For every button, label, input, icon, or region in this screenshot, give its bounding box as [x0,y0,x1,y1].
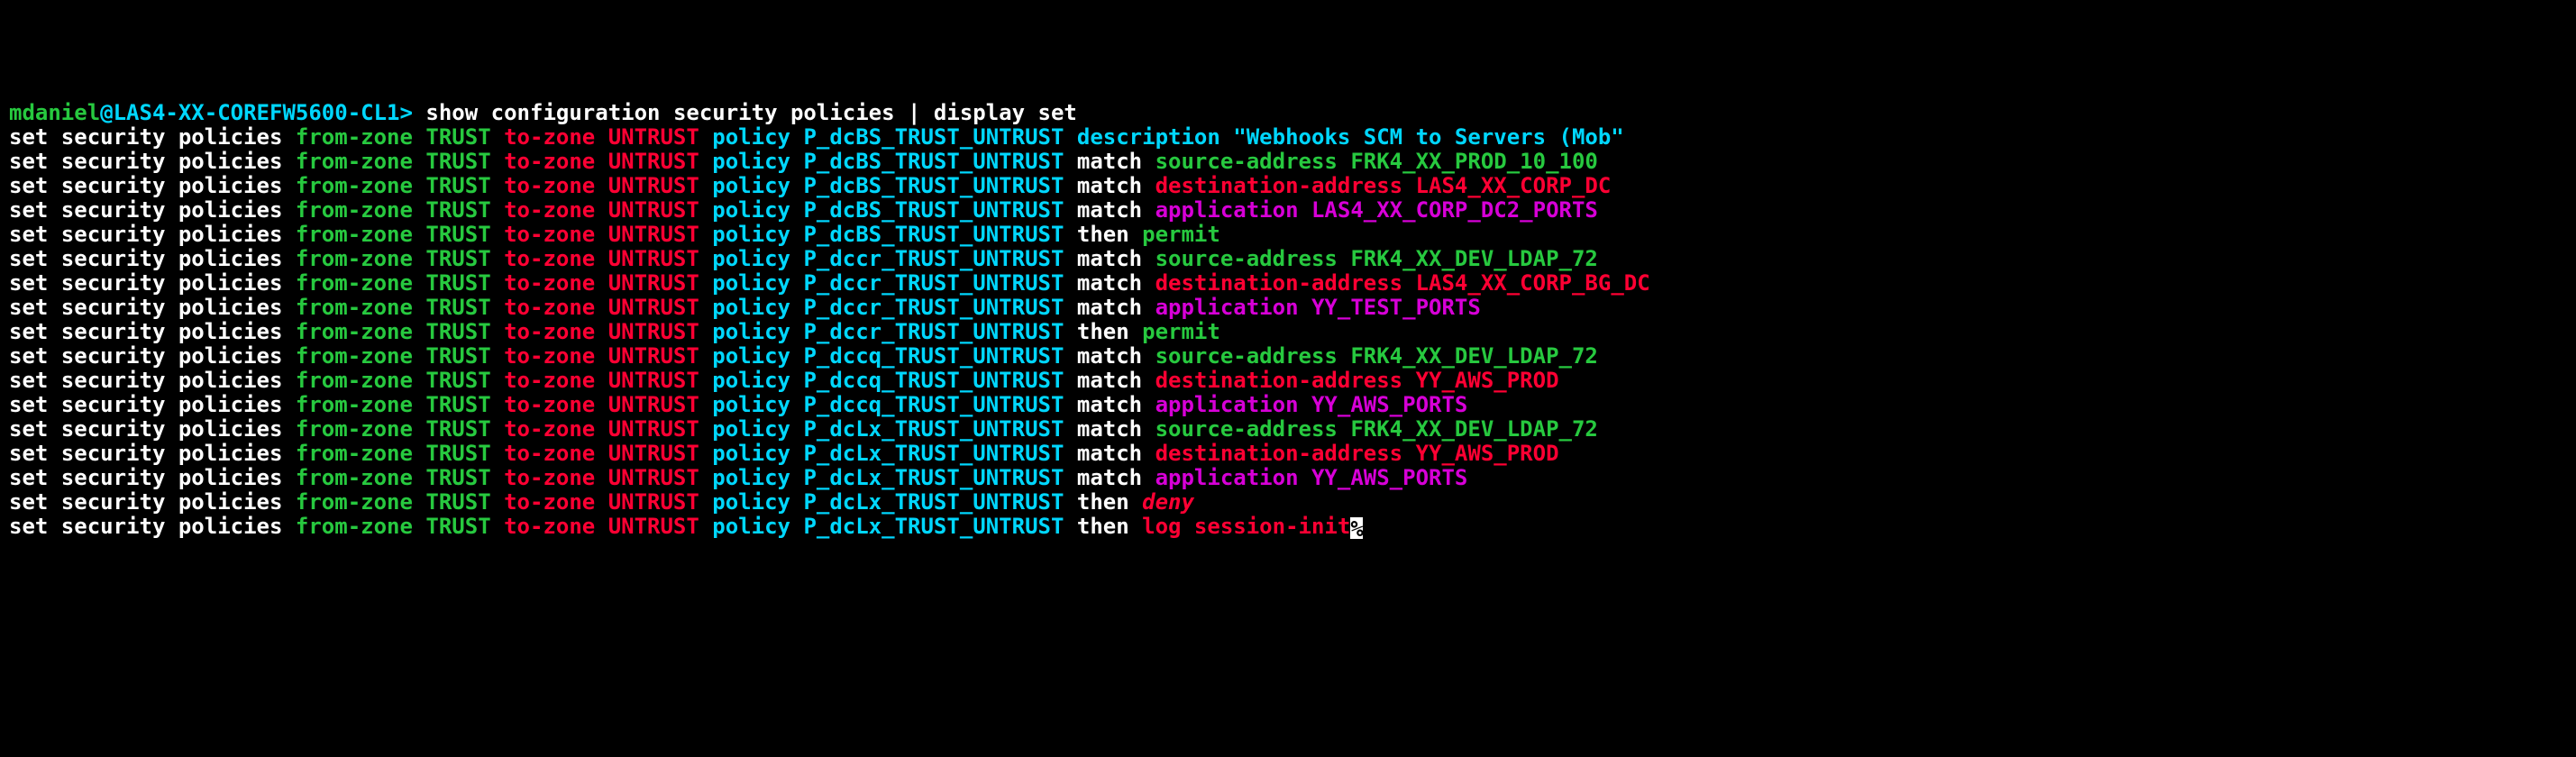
terminal-output: mdaniel@LAS4-XX-COREFW5600-CL1> show con… [9,101,2567,539]
prompt-line[interactable]: mdaniel@LAS4-XX-COREFW5600-CL1> show con… [9,101,2567,125]
policy-name: P_dcBS_TRUST_UNTRUST [803,197,1064,223]
prompt-at: @ [100,100,113,125]
policy-name: P_dcLx_TRUST_UNTRUST [803,489,1064,515]
config-line: set security policies from-zone TRUST to… [9,442,2567,466]
config-line: set security policies from-zone TRUST to… [9,490,2567,515]
tail-value: FRK4_XX_DEV_LDAP_72 [1350,343,1598,369]
config-line: set security policies from-zone TRUST to… [9,271,2567,296]
policy-name: P_dcBS_TRUST_UNTRUST [803,124,1064,150]
tail-value: YY_AWS_PORTS [1311,465,1467,490]
config-line: set security policies from-zone TRUST to… [9,223,2567,247]
tail-value: "Webhooks SCM to Servers (Mob" [1233,124,1623,150]
prompt-command: show configuration security policies | d… [413,100,1077,125]
config-line: set security policies from-zone TRUST to… [9,417,2567,442]
prompt-host: LAS4-XX-COREFW5600-CL1 [114,100,400,125]
tail-value: LAS4_XX_CORP_DC2_PORTS [1311,197,1598,223]
tail-value: YY_TEST_PORTS [1311,295,1481,320]
tail-keyword: application [1156,392,1299,417]
policy-name: P_dccq_TRUST_UNTRUST [803,343,1064,369]
tail-keyword: permit [1142,319,1220,344]
config-line: set security policies from-zone TRUST to… [9,466,2567,490]
prompt-user: mdaniel [9,100,100,125]
tail-keyword: destination-address [1156,270,1403,296]
config-line: set security policies from-zone TRUST to… [9,369,2567,393]
config-line: set security policies from-zone TRUST to… [9,393,2567,417]
tail-keyword: application [1156,465,1299,490]
tail-keyword: deny [1142,489,1194,515]
tail-value: YY_AWS_PROD [1416,441,1559,466]
policy-name: P_dccr_TRUST_UNTRUST [803,295,1064,320]
config-line: set security policies from-zone TRUST to… [9,150,2567,174]
config-line: set security policies from-zone TRUST to… [9,515,2567,539]
tail-value: YY_AWS_PORTS [1311,392,1467,417]
config-line: set security policies from-zone TRUST to… [9,296,2567,320]
config-line: set security policies from-zone TRUST to… [9,247,2567,271]
policy-name: P_dcBS_TRUST_UNTRUST [803,222,1064,247]
tail-keyword: permit [1142,222,1220,247]
tail-keyword: destination-address [1156,441,1403,466]
tail-keyword: source-address [1156,343,1338,369]
policy-name: P_dcLx_TRUST_UNTRUST [803,441,1064,466]
policy-name: P_dccr_TRUST_UNTRUST [803,246,1064,271]
tail-keyword: description [1077,124,1220,150]
cursor-icon: % [1350,517,1363,539]
tail-value: FRK4_XX_DEV_LDAP_72 [1350,416,1598,442]
policy-name: P_dcLx_TRUST_UNTRUST [803,514,1064,539]
tail-keyword: source-address [1156,149,1338,174]
tail-value: LAS4_XX_CORP_DC [1416,173,1612,198]
policy-name: P_dcLx_TRUST_UNTRUST [803,465,1064,490]
policy-name: P_dcBS_TRUST_UNTRUST [803,149,1064,174]
policy-name: P_dcLx_TRUST_UNTRUST [803,416,1064,442]
tail-keyword: application [1156,197,1299,223]
tail-value: LAS4_XX_CORP_BG_DC [1416,270,1650,296]
tail-value: FRK4_XX_PROD_10_100 [1350,149,1598,174]
tail-keyword: log session-init [1142,514,1350,539]
policy-name: P_dccq_TRUST_UNTRUST [803,368,1064,393]
tail-keyword: source-address [1156,416,1338,442]
tail-keyword: application [1156,295,1299,320]
tail-value: FRK4_XX_DEV_LDAP_72 [1350,246,1598,271]
policy-name: P_dccr_TRUST_UNTRUST [803,270,1064,296]
prompt-caret: > [400,100,413,125]
tail-keyword: source-address [1156,246,1338,271]
config-line: set security policies from-zone TRUST to… [9,174,2567,198]
policy-name: P_dccr_TRUST_UNTRUST [803,319,1064,344]
config-line: set security policies from-zone TRUST to… [9,125,2567,150]
policy-name: P_dccq_TRUST_UNTRUST [803,392,1064,417]
config-line: set security policies from-zone TRUST to… [9,344,2567,369]
config-line: set security policies from-zone TRUST to… [9,198,2567,223]
config-line: set security policies from-zone TRUST to… [9,320,2567,344]
tail-keyword: destination-address [1156,368,1403,393]
tail-keyword: destination-address [1156,173,1403,198]
tail-value: YY_AWS_PROD [1416,368,1559,393]
policy-name: P_dcBS_TRUST_UNTRUST [803,173,1064,198]
